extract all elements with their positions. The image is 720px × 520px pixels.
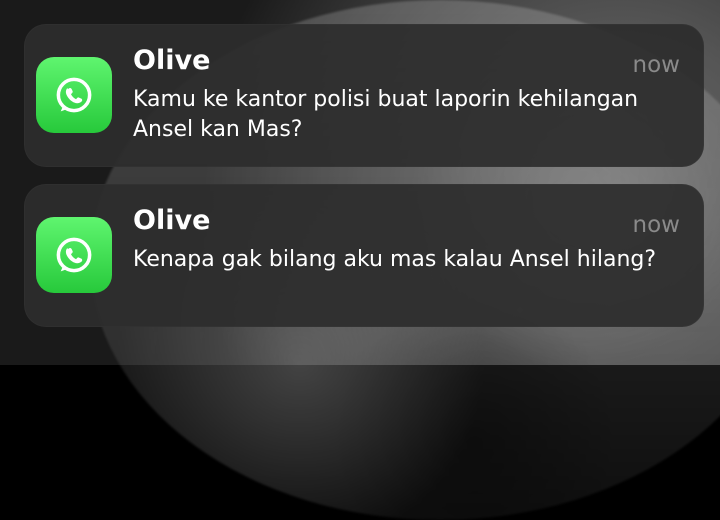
notification-sender: Olive xyxy=(133,205,211,236)
notification-time: now xyxy=(632,212,680,238)
notification-time: now xyxy=(632,52,680,78)
notification-message: Kenapa gak bilang aku mas kalau Ansel hi… xyxy=(133,247,657,272)
notification-card-1[interactable]: Olive now Kamu ke kantor polisi buat lap… xyxy=(24,24,704,167)
whatsapp-icon xyxy=(36,217,112,293)
notification-message: Kamu ke kantor polisi buat laporin kehil… xyxy=(133,87,639,142)
notification-card-2[interactable]: Olive now Kenapa gak bilang aku mas kala… xyxy=(24,184,704,327)
notification-sender: Olive xyxy=(133,45,211,76)
whatsapp-icon xyxy=(36,57,112,133)
